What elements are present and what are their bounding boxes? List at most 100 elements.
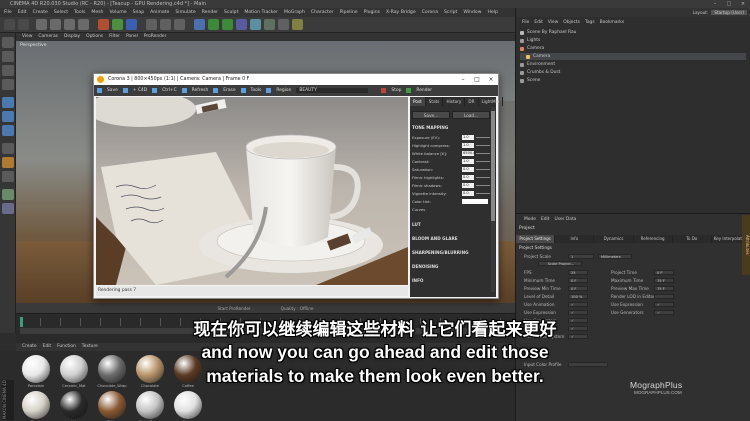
om-menu-edit[interactable]: Edit <box>534 18 543 27</box>
camera-icon[interactable] <box>278 19 289 30</box>
vfb-copy-button[interactable]: Ctrl+C <box>162 88 177 93</box>
layout-select[interactable]: Startup (User) <box>711 10 747 15</box>
snap-icon[interactable] <box>2 157 14 168</box>
menu-render[interactable]: Render <box>202 10 218 15</box>
viewport-menu-prorender[interactable]: ProRender <box>144 33 167 41</box>
tone-mapping-value-field[interactable]: 0.0 <box>462 191 474 196</box>
axis-mode-icon[interactable] <box>2 143 14 154</box>
lock-workplane-icon[interactable] <box>2 171 14 182</box>
tone-mapping-value-field[interactable]: 1.0 <box>462 159 474 164</box>
redo-icon[interactable] <box>18 19 29 30</box>
post-scrollbar[interactable] <box>491 107 495 292</box>
menu-volume[interactable]: Volume <box>109 10 126 15</box>
menu-window[interactable]: Window <box>463 10 481 15</box>
tone-mapping-value-field[interactable]: 1.0 <box>462 135 474 140</box>
close-button[interactable]: × <box>736 0 750 8</box>
object-row[interactable]: Scene By Raphael Rau <box>520 29 746 36</box>
solo-icon[interactable] <box>2 189 14 200</box>
menu-corona[interactable]: Corona <box>422 10 438 15</box>
menu-mesh[interactable]: Mesh <box>91 10 103 15</box>
post-section-header[interactable]: LUT <box>412 221 492 229</box>
make-editable-icon[interactable] <box>2 37 14 48</box>
menu-create[interactable]: Create <box>33 10 48 15</box>
menu-animate[interactable]: Animate <box>150 10 169 15</box>
attribute-value-field[interactable]: 0 F <box>568 278 588 283</box>
tab-lightmix[interactable]: LightMix <box>479 97 504 106</box>
tab-post[interactable]: Post <box>410 97 426 106</box>
tone-mapping-slider[interactable] <box>476 185 490 186</box>
tone-mapping-value-field[interactable]: 1.0 <box>462 143 474 148</box>
undo-icon[interactable] <box>4 19 15 30</box>
render-settings-icon[interactable] <box>174 19 185 30</box>
tone-mapping-slider[interactable] <box>476 177 490 178</box>
post-save-button[interactable]: Save... <box>412 111 450 119</box>
viewport-menu-display[interactable]: Display <box>64 33 80 41</box>
menu-simulate[interactable]: Simulate <box>175 10 195 15</box>
attribute-value-field[interactable]: 0 F <box>568 286 588 291</box>
menu-motion-tracker[interactable]: Motion Tracker <box>244 10 278 15</box>
tone-mapping-value-field[interactable]: 6500.0 <box>462 151 476 156</box>
start-prorender-button[interactable]: Start ProRender <box>218 306 251 311</box>
y-axis-icon[interactable] <box>112 19 123 30</box>
viewport-menu-view[interactable]: View <box>22 33 32 41</box>
tab-referencing[interactable]: Referencing <box>634 235 673 243</box>
subdivision-icon[interactable] <box>222 19 233 30</box>
attribute-value-field[interactable]: 100 % <box>568 294 588 299</box>
material-swatch[interactable] <box>136 391 164 419</box>
object-row[interactable]: Camera <box>520 53 746 60</box>
spline-pen-icon[interactable] <box>208 19 219 30</box>
am-menu-mode[interactable]: Mode <box>524 216 536 224</box>
light-icon[interactable] <box>292 19 303 30</box>
tab-dr[interactable]: DR <box>465 97 479 106</box>
points-mode-icon[interactable] <box>2 97 14 108</box>
color-tint-swatch[interactable] <box>462 199 488 204</box>
workplane-icon[interactable] <box>2 79 14 90</box>
menu-pipeline[interactable]: Pipeline <box>340 10 358 15</box>
om-menu-view[interactable]: View <box>548 18 558 27</box>
material-swatch[interactable] <box>60 391 88 419</box>
attribute-value-field[interactable] <box>654 294 674 299</box>
render-picture-viewer-icon[interactable] <box>160 19 171 30</box>
attribute-value-field[interactable]: 25 <box>568 270 588 275</box>
viewport-menu-cameras[interactable]: Cameras <box>38 33 58 41</box>
post-section-header[interactable]: SHARPENING/BLURRING <box>412 249 492 257</box>
x-axis-icon[interactable] <box>98 19 109 30</box>
vfb-erase-button[interactable]: Erase <box>223 88 235 93</box>
tab-project-settings[interactable]: Project Settings <box>516 235 556 243</box>
am-menu-edit[interactable]: Edit <box>541 216 550 224</box>
object-row[interactable]: Environment <box>520 61 746 68</box>
menu-script[interactable]: Script <box>444 10 457 15</box>
vfb-minimize-button[interactable]: – <box>456 74 470 85</box>
render-view-icon[interactable] <box>146 19 157 30</box>
object-row[interactable]: Crumbs & Dust <box>520 69 746 76</box>
attribute-value-field[interactable]: ✓ <box>654 302 674 307</box>
render-preview-image[interactable] <box>96 97 408 285</box>
om-menu-bookmarks[interactable]: Bookmarks <box>600 18 625 27</box>
maximize-button[interactable]: □ <box>722 0 736 8</box>
viewport-menu-panel[interactable]: Panel <box>126 33 138 41</box>
live-selection-icon[interactable] <box>36 19 47 30</box>
attribute-value-field[interactable]: 0 F <box>654 270 674 275</box>
tone-mapping-slider[interactable] <box>476 161 490 162</box>
project-scale-field[interactable]: 1 <box>568 254 594 259</box>
tone-mapping-value-field[interactable]: 0.0 <box>462 183 474 188</box>
menu-xray-bridge[interactable]: X-Ray Bridge <box>386 10 416 15</box>
vfb-close-button[interactable]: × <box>484 74 498 85</box>
menu-mograph[interactable]: MoGraph <box>284 10 305 15</box>
scale-project-button[interactable]: Scale Project... <box>538 261 582 266</box>
tab-stats[interactable]: Stats <box>426 97 444 106</box>
vfb-render-button[interactable]: Render <box>416 88 432 93</box>
menu-sculpt[interactable]: Sculpt <box>224 10 238 15</box>
tone-mapping-slider[interactable] <box>476 193 490 194</box>
minimize-button[interactable]: – <box>708 0 722 8</box>
object-row[interactable]: Lights <box>520 37 746 44</box>
vfb-tools-button[interactable]: Tools <box>251 88 262 93</box>
vfb-region-button[interactable]: Region <box>276 88 291 93</box>
model-mode-icon[interactable] <box>2 51 14 62</box>
tone-mapping-value-field[interactable]: 0.0 <box>462 167 474 172</box>
tone-mapping-value-field[interactable]: 0.0 <box>462 175 474 180</box>
menu-file[interactable]: File <box>4 10 12 15</box>
tab-history[interactable]: History <box>443 97 466 106</box>
tone-mapping-slider[interactable] <box>476 153 490 154</box>
sculpt-icon[interactable] <box>2 203 14 214</box>
